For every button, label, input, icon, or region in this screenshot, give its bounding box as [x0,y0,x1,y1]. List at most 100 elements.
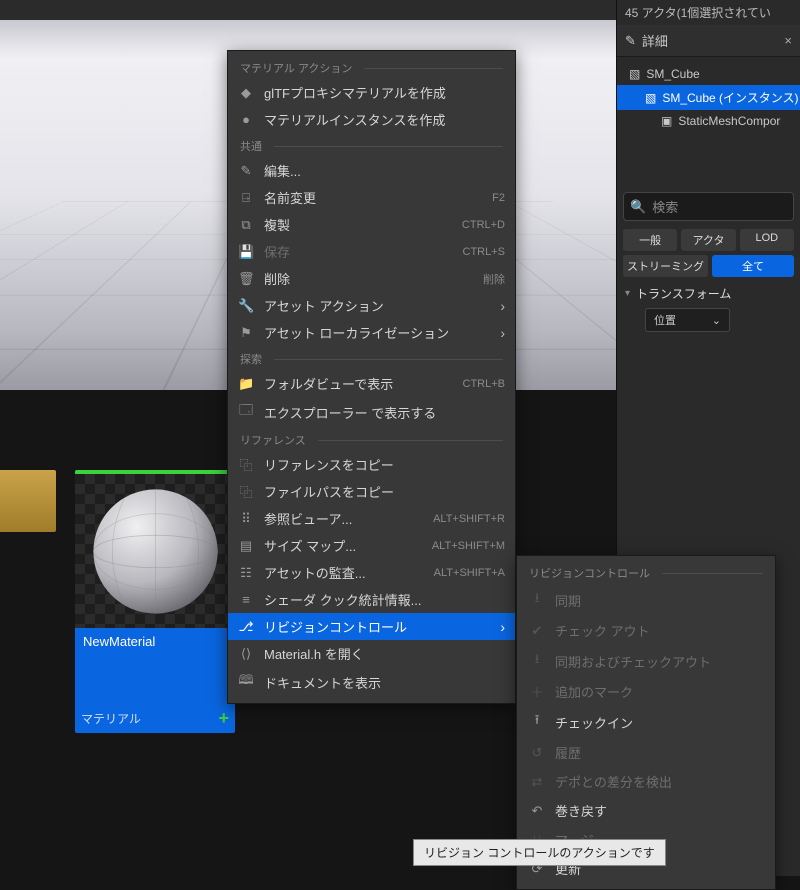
save-icon: 💾 [238,244,254,260]
code-icon: ⟨⟩ [238,646,254,662]
ctx-copy-path[interactable]: ⿻ファイルパスをコピー [228,478,515,505]
ctx-audit[interactable]: ☷アセットの監査...ALT+SHIFT+A [228,559,515,586]
submenu-arrow-icon [500,619,505,635]
section-transform[interactable]: トランスフォーム [617,279,800,308]
ctx-gltf-proxy[interactable]: ◆glTFプロキシマテリアルを作成 [228,79,515,106]
add-icon[interactable]: + [218,708,229,729]
ctx-explorer[interactable]: 🗔エクスプローラー で表示する [228,397,515,427]
section-transform-label: トランスフォーム [636,285,731,302]
tree-row-component[interactable]: ▣ StaticMeshCompor [617,110,800,132]
chip-lod[interactable]: LOD [740,229,794,251]
filter-chip-row: 一般 アクタ LOD [617,227,800,253]
gltf-icon: ◆ [238,85,254,101]
ctx-shader-cook[interactable]: ≡シェーダ クック統計情報... [228,586,515,613]
chip-streaming[interactable]: ストリーミング [623,255,708,277]
ctx-asset-actions[interactable]: 🔧アセット アクション [228,292,515,319]
sizemap-icon: ▤ [238,538,254,554]
submenu-arrow-icon [500,325,505,341]
close-icon[interactable]: × [784,33,792,48]
sub-revert[interactable]: ↶巻き戻す [517,796,775,825]
ctx-open-header[interactable]: ⟨⟩Material.h を開く [228,640,515,667]
sub-diff-depot: ⇄デポとの差分を検出 [517,767,775,796]
ctx-reference-viewer[interactable]: ⠿参照ビューア...ALT+SHIFT+R [228,505,515,532]
asset-card-newmaterial[interactable]: NewMaterial マテリアル + [75,470,235,733]
pencil-icon: ✎ [238,163,254,179]
check-icon: ✔ [529,623,545,639]
chevron-down-icon: ⌄ [712,314,721,327]
ctx-material-instance[interactable]: ●マテリアルインスタンスを作成 [228,106,515,133]
book-icon: 🕮 [238,671,254,693]
chip-general[interactable]: 一般 [623,229,677,251]
asset-name: NewMaterial [75,628,235,655]
ctx-section-common: 共通 [228,133,515,157]
sub-checkout: ✔チェック アウト [517,616,775,645]
download-icon: ⭳ [529,650,545,672]
tooltip: リビジョン コントロールのアクションです [413,839,666,866]
upload-icon: ⭱ [529,711,545,733]
cube-icon: ▧ [645,91,656,105]
tree-row-root[interactable]: ▧ SM_Cube [617,63,800,85]
chip-all[interactable]: 全て [712,255,794,277]
ctx-delete[interactable]: 🗑削除削除 [228,265,515,292]
tree-label: SM_Cube [646,67,699,81]
audit-icon: ☷ [238,565,254,581]
sub-checkin[interactable]: ⭱チェックイン [517,706,775,738]
cube-icon: ▧ [629,67,640,81]
ctx-section-explore: 探索 [228,346,515,370]
chip-actor[interactable]: アクタ [681,229,735,251]
ctx-rename[interactable]: ⍈名前変更F2 [228,184,515,211]
duplicate-icon: ⧉ [238,217,254,233]
transform-location-dropdown[interactable]: 位置 ⌄ [645,308,730,332]
ctx-size-map[interactable]: ▤サイズ マップ...ALT+SHIFT+M [228,532,515,559]
asset-card-adjacent[interactable] [0,470,56,532]
actor-tree: ▧ SM_Cube ▧ SM_Cube (インスタンス) ▣ StaticMes… [617,57,800,138]
ctx-edit[interactable]: ✎編集... [228,157,515,184]
sub-sync: ⭳同期 [517,584,775,616]
search-placeholder: 検索 [652,197,678,216]
tree-label: SM_Cube (インスタンス) [662,89,798,106]
asset-thumbnail [75,470,235,628]
stats-icon: ≡ [238,592,254,607]
ctx-section-reference: リファレンス [228,427,515,451]
diff-icon: ⇄ [529,774,545,790]
viewport-topbar [0,0,616,20]
ctx-section-revision: リビジョンコントロール [517,560,775,584]
ctx-copy-ref[interactable]: ⿻リファレンスをコピー [228,451,515,478]
sphere-icon: ● [238,112,254,127]
ctx-save: 💾保存CTRL+S [228,238,515,265]
revert-icon: ↶ [529,803,545,819]
rename-icon: ⍈ [238,190,254,206]
ctx-asset-localization[interactable]: ⚑アセット ローカライゼーション [228,319,515,346]
component-icon: ▣ [661,114,672,128]
history-icon: ↺ [529,745,545,761]
ctx-folder-view[interactable]: 📁フォルダビューで表示CTRL+B [228,370,515,397]
filter-chip-row: ストリーミング 全て [617,253,800,279]
ctx-show-docs[interactable]: 🕮ドキュメントを表示 [228,667,515,697]
outliner-status: 45 アクタ(1個選択されてい [617,0,800,25]
download-icon: ⭳ [529,589,545,611]
wrench-icon: 🔧 [238,298,254,314]
ctx-section-material-actions: マテリアル アクション [228,55,515,79]
details-tab-title: 詳細 [642,31,668,50]
copy-icon: ⿻ [238,455,254,474]
search-icon: 🔍 [630,199,646,215]
plus-icon: ＋ [529,682,545,701]
folder-icon: 📁 [238,376,254,392]
sub-mark-add: ＋追加のマーク [517,677,775,706]
tree-label: StaticMeshCompor [678,114,780,128]
sub-sync-checkout: ⭳同期およびチェックアウト [517,645,775,677]
graph-icon: ⠿ [238,511,254,527]
details-tab[interactable]: ✎ 詳細 × [617,25,800,57]
details-search[interactable]: 🔍 検索 [623,192,794,221]
submenu-arrow-icon [500,298,505,314]
pencil-icon: ✎ [625,33,636,49]
ctx-duplicate[interactable]: ⧉複製CTRL+D [228,211,515,238]
ctx-revision-control[interactable]: ⎇リビジョンコントロール [228,613,515,640]
tree-row-instance[interactable]: ▧ SM_Cube (インスタンス) [617,85,800,110]
copy-icon: ⿻ [238,482,254,501]
sub-history: ↺履歴 [517,738,775,767]
branch-icon: ⎇ [238,619,254,635]
dropdown-label: 位置 [654,312,676,328]
context-menu: マテリアル アクション ◆glTFプロキシマテリアルを作成 ●マテリアルインスタ… [227,50,516,704]
flag-icon: ⚑ [238,325,254,341]
